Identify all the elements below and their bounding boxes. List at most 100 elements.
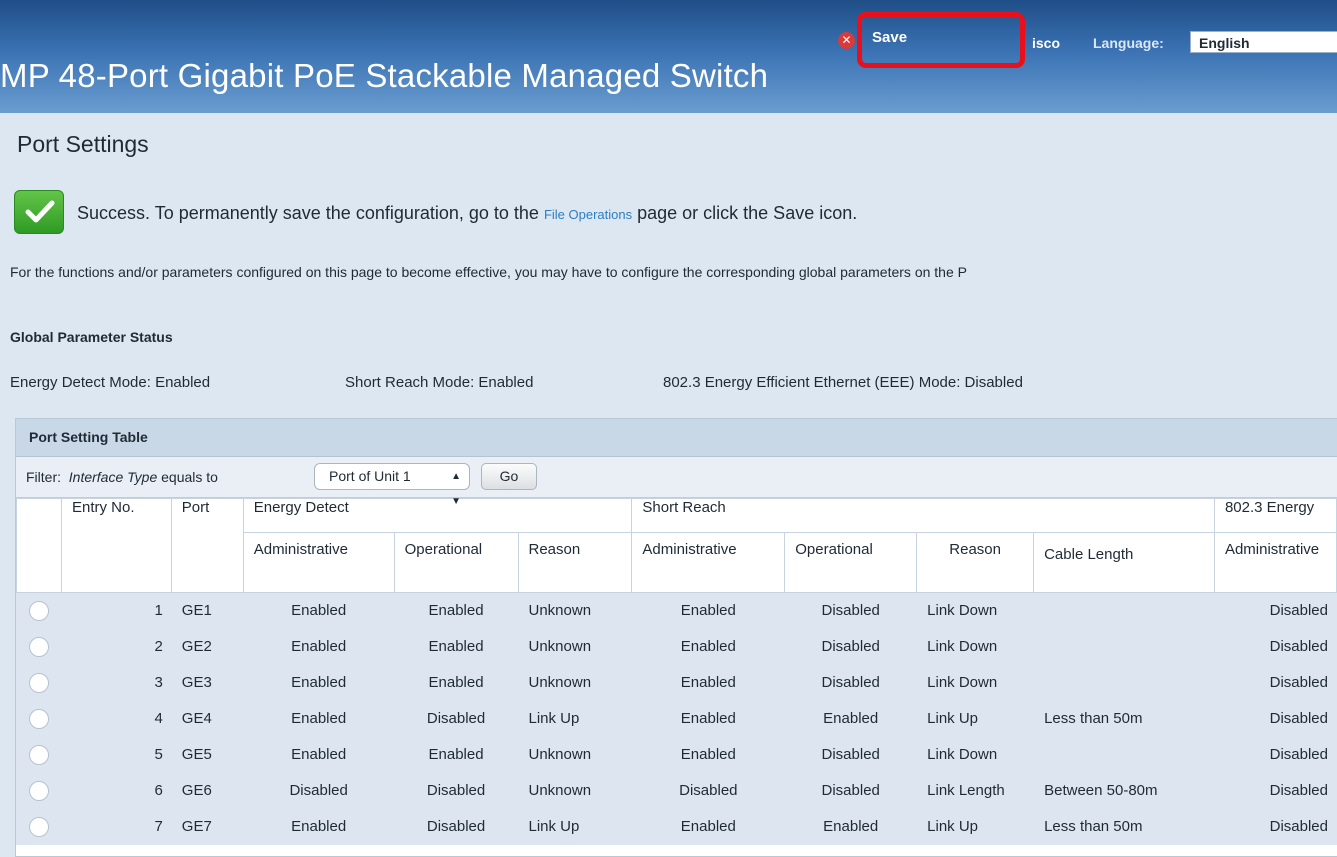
table-row[interactable]: 5 GE5 Enabled Enabled Unknown Enabled Disabled…	[16, 736, 1337, 773]
entry-no-cell: 2	[60, 628, 172, 665]
ed-reason-cell: Unknown	[517, 628, 633, 665]
radio-button[interactable]	[28, 816, 49, 837]
sr-reason-cell: Link Up	[916, 700, 1035, 737]
table-row[interactable]: 6 GE6 Disabled Disabled Unknown Disabled Disab…	[16, 772, 1337, 809]
sr-reason-cell: Link Down	[916, 664, 1035, 701]
success-message: Success. To permanently save the configu…	[77, 203, 857, 224]
sr-admin-cell: Enabled	[631, 700, 786, 737]
filter-select-value: Port of Unit 1	[329, 468, 411, 484]
ed-admin-cell: Enabled	[242, 700, 395, 737]
sr-oper-cell: Disabled	[784, 592, 918, 629]
row-select-radio[interactable]	[16, 664, 62, 701]
filter-label: Filter: Interface Type equals to	[26, 469, 218, 485]
ed-admin-cell: Enabled	[242, 664, 395, 701]
col-eee-admin: Administrative	[1213, 532, 1337, 593]
success-text-after: page or click the Save icon.	[632, 203, 858, 223]
sr-admin-cell: Enabled	[631, 664, 786, 701]
sr-reason-cell: Link Length	[916, 772, 1035, 809]
row-select-radio[interactable]	[16, 808, 62, 845]
col-sr-reason: Reason	[916, 532, 1035, 593]
main-content: Port Settings Success. To permanently sa…	[0, 113, 1337, 857]
sr-oper-cell: Disabled	[784, 628, 918, 665]
ed-admin-cell: Enabled	[242, 592, 395, 629]
port-cell: GE7	[170, 808, 244, 845]
radio-button[interactable]	[28, 708, 49, 729]
port-cell: GE6	[170, 772, 244, 809]
row-select-radio[interactable]	[16, 628, 62, 665]
col-port: Port	[170, 498, 244, 593]
cable-length-cell	[1033, 628, 1215, 665]
sr-admin-cell: Enabled	[631, 808, 786, 845]
port-cell: GE3	[170, 664, 244, 701]
row-select-radio[interactable]	[16, 592, 62, 629]
radio-button[interactable]	[28, 672, 49, 693]
radio-button[interactable]	[28, 780, 49, 801]
ed-reason-cell: Unknown	[517, 736, 633, 773]
username-link[interactable]: isco	[1032, 35, 1060, 51]
filter-prefix: Filter:	[26, 469, 61, 485]
updown-icon: ▲ ▼	[451, 471, 461, 507]
ed-reason-cell: Unknown	[517, 592, 633, 629]
cable-length-cell	[1033, 736, 1215, 773]
page-title: Port Settings	[17, 131, 149, 157]
ed-oper-cell: Disabled	[393, 772, 519, 809]
language-label: Language:	[1093, 35, 1164, 51]
eee-admin-cell: Disabled	[1213, 700, 1337, 737]
sr-oper-cell: Enabled	[784, 700, 918, 737]
filter-row: Filter: Interface Type equals to Port of…	[16, 457, 1337, 507]
ed-oper-cell: Enabled	[393, 736, 519, 773]
table-row[interactable]: 7 GE7 Enabled Disabled Link Up Enabled Enabled…	[16, 808, 1337, 845]
cable-length-cell: Between 50-80m	[1033, 772, 1215, 809]
file-operations-link[interactable]: File Operations	[544, 207, 632, 222]
group-eee: 802.3 Energy	[1213, 498, 1337, 533]
row-select-radio[interactable]	[16, 700, 62, 737]
row-select-radio[interactable]	[16, 772, 62, 809]
energy-detect-status: Energy Detect Mode: Enabled	[10, 374, 211, 391]
col-sr-admin: Administrative	[631, 532, 786, 593]
port-setting-table-panel: Port Setting Table Filter: Interface Typ…	[15, 418, 1337, 857]
ed-oper-cell: Disabled	[393, 700, 519, 737]
sr-oper-cell: Disabled	[784, 736, 918, 773]
entry-no-cell: 1	[60, 592, 172, 629]
product-title: MP 48-Port Gigabit PoE Stackable Managed…	[0, 57, 769, 94]
entry-no-cell: 3	[60, 664, 172, 701]
entry-no-cell: 7	[60, 808, 172, 845]
group-energy-detect: Energy Detect	[242, 498, 633, 533]
ed-reason-cell: Link Up	[517, 808, 633, 845]
eee-status: 802.3 Energy Efficient Ethernet (EEE) Mo…	[663, 374, 1023, 391]
col-ed-admin: Administrative	[242, 532, 395, 593]
sr-admin-cell: Enabled	[631, 628, 786, 665]
close-icon[interactable]: ✕	[838, 32, 855, 49]
sr-admin-cell: Disabled	[631, 772, 786, 809]
radio-button[interactable]	[28, 600, 49, 621]
radio-button[interactable]	[28, 636, 49, 657]
ed-reason-cell: Link Up	[517, 700, 633, 737]
cable-length-cell: Less than 50m	[1033, 808, 1215, 845]
app-header: MP 48-Port Gigabit PoE Stackable Managed…	[0, 0, 1337, 113]
port-cell: GE4	[170, 700, 244, 737]
language-select[interactable]: English	[1190, 31, 1337, 53]
table-row[interactable]: 2 GE2 Enabled Enabled Unknown Enabled Disabled…	[16, 628, 1337, 665]
go-button[interactable]: Go	[481, 463, 537, 490]
table-row[interactable]: 1 GE1 Enabled Enabled Unknown Enabled Disabled…	[16, 592, 1337, 629]
port-cell: GE5	[170, 736, 244, 773]
entry-no-cell: 6	[60, 772, 172, 809]
radio-button[interactable]	[28, 744, 49, 765]
ed-oper-cell: Enabled	[393, 628, 519, 665]
sr-reason-cell: Link Down	[916, 736, 1035, 773]
ed-admin-cell: Enabled	[242, 736, 395, 773]
cable-length-cell	[1033, 592, 1215, 629]
ed-oper-cell: Disabled	[393, 808, 519, 845]
row-select-radio[interactable]	[16, 736, 62, 773]
port-cell: GE1	[170, 592, 244, 629]
table-row[interactable]: 4 GE4 Enabled Disabled Link Up Enabled Enabled…	[16, 700, 1337, 737]
sr-oper-cell: Disabled	[784, 664, 918, 701]
sr-oper-cell: Enabled	[784, 808, 918, 845]
ed-oper-cell: Enabled	[393, 592, 519, 629]
sr-admin-cell: Enabled	[631, 736, 786, 773]
table-row[interactable]: 3 GE3 Enabled Enabled Unknown Enabled Disabled…	[16, 664, 1337, 701]
ed-reason-cell: Unknown	[517, 664, 633, 701]
sr-admin-cell: Enabled	[631, 592, 786, 629]
col-entry-no: Entry No.	[60, 498, 172, 593]
interface-type-select[interactable]: Port of Unit 1 ▲ ▼	[314, 463, 470, 507]
